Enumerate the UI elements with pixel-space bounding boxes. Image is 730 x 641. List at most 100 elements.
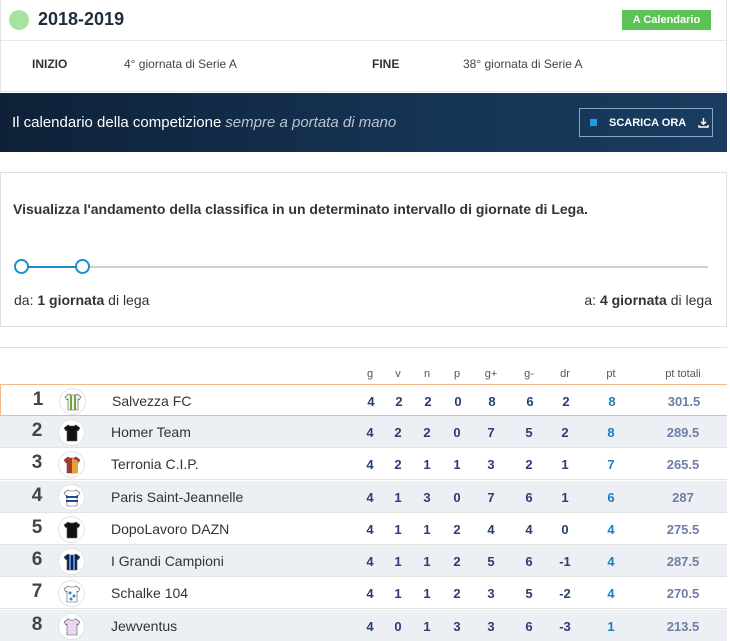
team-name[interactable]: Homer Team — [111, 424, 191, 440]
table-row[interactable]: 3 Terronia C.I.P. 4 2 1 1 3 2 1 7 265.5 — [0, 448, 727, 480]
stat-n: 2 — [423, 425, 431, 440]
stat-pt-totali: 289.5 — [666, 425, 700, 440]
download-button-label: SCARICA ORA — [609, 116, 687, 129]
table-row[interactable]: 8 Jewventus 4 0 1 3 3 6 -3 1 213.5 — [0, 610, 727, 641]
table-row[interactable]: 2 Homer Team 4 2 2 0 7 5 2 8 289.5 — [0, 416, 727, 448]
stat-p: 2 — [453, 522, 461, 537]
stat-p: 0 — [453, 425, 461, 440]
team-jersey-icon — [58, 451, 85, 478]
table-row[interactable]: 7 Schalke 104 4 1 1 2 3 5 -2 4 270.5 — [0, 577, 727, 609]
team-name[interactable]: Salvezza FC — [112, 393, 191, 409]
stat-dr: 0 — [561, 522, 569, 537]
season-status-dot — [9, 10, 29, 30]
range-to-suffix: di lega — [670, 292, 712, 308]
calendar-banner: Il calendario della competizione sempre a… — [0, 93, 727, 152]
start-label: INIZIO — [32, 57, 68, 71]
team-name[interactable]: Terronia C.I.P. — [111, 456, 199, 472]
range-from-suffix: di lega — [108, 292, 150, 308]
stat-gp: 3 — [487, 586, 495, 601]
stat-gm: 6 — [525, 490, 533, 505]
stat-dr: -1 — [559, 554, 571, 569]
position: 3 — [31, 452, 43, 473]
range-to-label: a: 4 giornata di lega — [584, 292, 712, 308]
position: 7 — [31, 581, 43, 602]
table-row[interactable]: 6 I Grandi Campioni 4 1 1 2 5 6 -1 4 287.5 — [0, 545, 727, 577]
season-title: 2018-2019 — [38, 9, 125, 29]
stat-g: 4 — [366, 425, 374, 440]
header-goals-against: g- — [524, 368, 534, 380]
stat-p: 0 — [453, 490, 461, 505]
stat-gp: 3 — [487, 619, 495, 634]
position: 8 — [31, 614, 43, 635]
stat-p: 1 — [453, 457, 461, 472]
stat-g: 4 — [366, 586, 374, 601]
square-icon — [590, 119, 597, 126]
range-from-label: da: 1 giornata di lega — [14, 292, 149, 308]
stat-p: 2 — [453, 586, 461, 601]
stat-pt: 4 — [607, 586, 615, 601]
stat-gm: 5 — [525, 425, 533, 440]
team-jersey-icon — [58, 580, 85, 607]
standings-table: g v n p g+ g- dr pt pt totali 1 Salvezza… — [0, 347, 727, 641]
start-value: 4° giornata di Serie A — [124, 57, 237, 71]
range-to-value: 4 giornata — [599, 292, 667, 308]
stat-gm: 4 — [525, 522, 533, 537]
calendar-button[interactable]: A Calendario — [622, 10, 711, 30]
range-from-prefix: da: — [14, 292, 34, 308]
position: 5 — [31, 517, 43, 538]
download-icon — [698, 118, 709, 128]
team-name[interactable]: Jewventus — [111, 618, 177, 634]
stat-gp: 8 — [488, 394, 496, 409]
slider-track[interactable] — [21, 266, 708, 268]
range-card: Visualizza l'andamento della classifica … — [0, 172, 727, 327]
stat-v: 1 — [394, 522, 402, 537]
header-n: n — [423, 368, 431, 380]
team-jersey-icon — [58, 516, 85, 543]
stat-pt: 8 — [607, 425, 615, 440]
stat-v: 2 — [395, 394, 403, 409]
download-button[interactable]: SCARICA ORA — [579, 108, 713, 137]
stat-gm: 6 — [525, 554, 533, 569]
stat-n: 2 — [424, 394, 432, 409]
team-name[interactable]: I Grandi Campioni — [111, 553, 224, 569]
stat-pt-totali: 287.5 — [666, 554, 700, 569]
banner-text-italic: sempre a portata di mano — [225, 114, 397, 131]
stat-v: 2 — [394, 425, 402, 440]
stat-pt: 4 — [607, 554, 615, 569]
stat-dr: -2 — [559, 586, 571, 601]
end-label: FINE — [372, 57, 400, 71]
slider-handle-to[interactable] — [75, 259, 90, 274]
stat-pt-totali: 213.5 — [666, 619, 700, 634]
stat-g: 4 — [366, 619, 374, 634]
stat-gm: 2 — [525, 457, 533, 472]
slider-handle-from[interactable] — [14, 259, 29, 274]
team-name[interactable]: Schalke 104 — [111, 585, 188, 601]
stat-p: 2 — [453, 554, 461, 569]
team-name[interactable]: DopoLavoro DAZN — [111, 521, 229, 537]
season-card: 2018-2019 A Calendario INIZIO 4° giornat… — [0, 0, 727, 92]
stat-n: 1 — [423, 554, 431, 569]
season-header: 2018-2019 A Calendario — [1, 0, 726, 41]
team-jersey-icon — [58, 613, 85, 640]
header-g: g — [366, 368, 374, 380]
position: 4 — [31, 485, 43, 506]
stat-pt: 6 — [607, 490, 615, 505]
range-from-value: 1 giornata — [37, 292, 105, 308]
range-title: Visualizza l'andamento della classifica … — [13, 201, 588, 217]
stat-g: 4 — [366, 457, 374, 472]
header-pt: pt — [606, 368, 616, 380]
stat-n: 1 — [423, 619, 431, 634]
stat-v: 2 — [394, 457, 402, 472]
stat-gp: 5 — [487, 554, 495, 569]
table-row[interactable]: 5 DopoLavoro DAZN 4 1 1 2 4 4 0 4 275.5 — [0, 513, 727, 545]
stat-gp: 3 — [487, 457, 495, 472]
stat-g: 4 — [366, 522, 374, 537]
position: 6 — [31, 549, 43, 570]
header-goals-for: g+ — [484, 368, 498, 380]
table-row[interactable]: 4 Paris Saint-Jeannelle 4 1 3 0 7 6 1 6 287 — [0, 481, 727, 513]
table-row[interactable]: 1 Salvezza FC 4 2 2 0 8 6 2 8 301.5 — [0, 384, 727, 416]
stat-dr: 1 — [561, 457, 569, 472]
header-p: p — [453, 368, 461, 380]
end-value: 38° giornata di Serie A — [463, 57, 583, 71]
team-name[interactable]: Paris Saint-Jeannelle — [111, 489, 243, 505]
